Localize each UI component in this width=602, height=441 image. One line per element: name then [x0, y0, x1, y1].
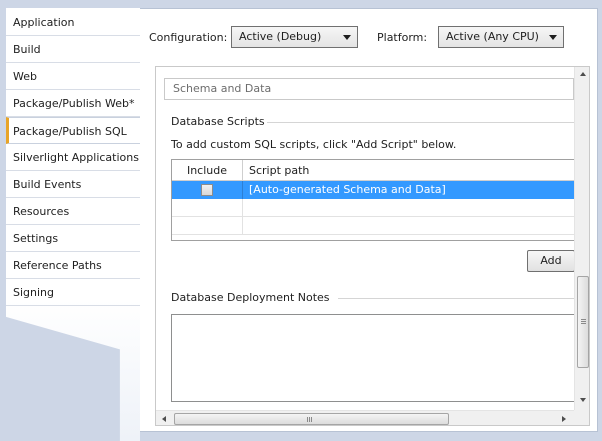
tab-silverlight-applications[interactable]: Silverlight Applications — [6, 144, 140, 171]
horizontal-scrollbar[interactable] — [156, 410, 574, 425]
grip-line — [311, 417, 312, 422]
tabs-panel-tail — [6, 300, 140, 441]
vertical-scrollbar[interactable] — [574, 67, 589, 410]
chevron-down-icon — [343, 35, 351, 40]
vertical-scroll-thumb[interactable] — [577, 276, 589, 368]
deployment-notes-title: Database Deployment Notes — [171, 291, 330, 304]
script-path-cell[interactable]: [Auto-generated Schema and Data] — [243, 181, 575, 199]
triangle-left-icon[interactable] — [162, 416, 166, 422]
tab-package-publish-web[interactable]: Package/Publish Web* — [6, 90, 140, 117]
property-page: Configuration: Active (Debug) Platform: … — [140, 8, 598, 432]
tab-build-events[interactable]: Build Events — [6, 171, 140, 198]
configuration-label: Configuration: — [149, 31, 228, 44]
grid-header: Include Script path — [172, 160, 575, 181]
property-tabs: Application Build Web Package/Publish We… — [0, 0, 144, 441]
configuration-bar: Configuration: Active (Debug) Platform: … — [140, 9, 598, 61]
table-row[interactable]: [Auto-generated Schema and Data] — [172, 181, 575, 199]
empty-cell — [243, 199, 575, 216]
column-header-script-path[interactable]: Script path — [243, 160, 575, 180]
add-script-button[interactable]: Add — [527, 250, 575, 272]
configuration-dropdown[interactable]: Active (Debug) — [231, 26, 358, 48]
empty-cell — [172, 199, 243, 216]
scripts-instructions: To add custom SQL scripts, click "Add Sc… — [171, 138, 457, 151]
configuration-value: Active (Debug) — [239, 30, 322, 43]
group-divider — [267, 122, 576, 123]
group-divider — [338, 298, 576, 299]
tab-build[interactable]: Build — [6, 36, 140, 63]
tab-web[interactable]: Web — [6, 63, 140, 90]
grip-line — [581, 319, 586, 320]
include-checkbox[interactable] — [201, 184, 213, 196]
empty-cell — [172, 217, 243, 234]
database-scripts-title: Database Scripts — [171, 115, 265, 128]
platform-label: Platform: — [377, 31, 428, 44]
grip-line — [307, 417, 308, 422]
section-header: Schema and Data — [164, 78, 574, 100]
grip-line — [581, 321, 586, 322]
empty-row — [172, 199, 575, 217]
tab-settings[interactable]: Settings — [6, 225, 140, 252]
platform-value: Active (Any CPU) — [446, 30, 539, 43]
scripts-grid[interactable]: Include Script path [Auto-generated Sche… — [171, 159, 576, 241]
triangle-right-icon[interactable] — [562, 416, 566, 422]
scrollbar-corner — [574, 410, 589, 425]
tab-application[interactable]: Application — [6, 9, 140, 36]
empty-row — [172, 217, 575, 235]
tab-resources[interactable]: Resources — [6, 198, 140, 225]
empty-cell — [243, 217, 575, 234]
triangle-down-icon[interactable] — [580, 398, 586, 402]
horizontal-scroll-thumb[interactable] — [174, 413, 449, 425]
platform-dropdown[interactable]: Active (Any CPU) — [438, 26, 564, 48]
triangle-up-icon[interactable] — [580, 72, 586, 76]
tab-package-publish-sql[interactable]: Package/Publish SQL — [6, 117, 144, 144]
column-header-include[interactable]: Include — [172, 160, 243, 180]
scroll-viewport: Schema and Data Database Scripts To add … — [155, 66, 590, 426]
tab-signing[interactable]: Signing — [6, 279, 140, 306]
deployment-notes-textarea[interactable] — [171, 314, 576, 402]
include-cell — [172, 181, 243, 199]
chevron-down-icon — [549, 35, 557, 40]
tab-reference-paths[interactable]: Reference Paths — [6, 252, 140, 279]
grip-line — [309, 417, 310, 422]
grip-line — [581, 323, 586, 324]
